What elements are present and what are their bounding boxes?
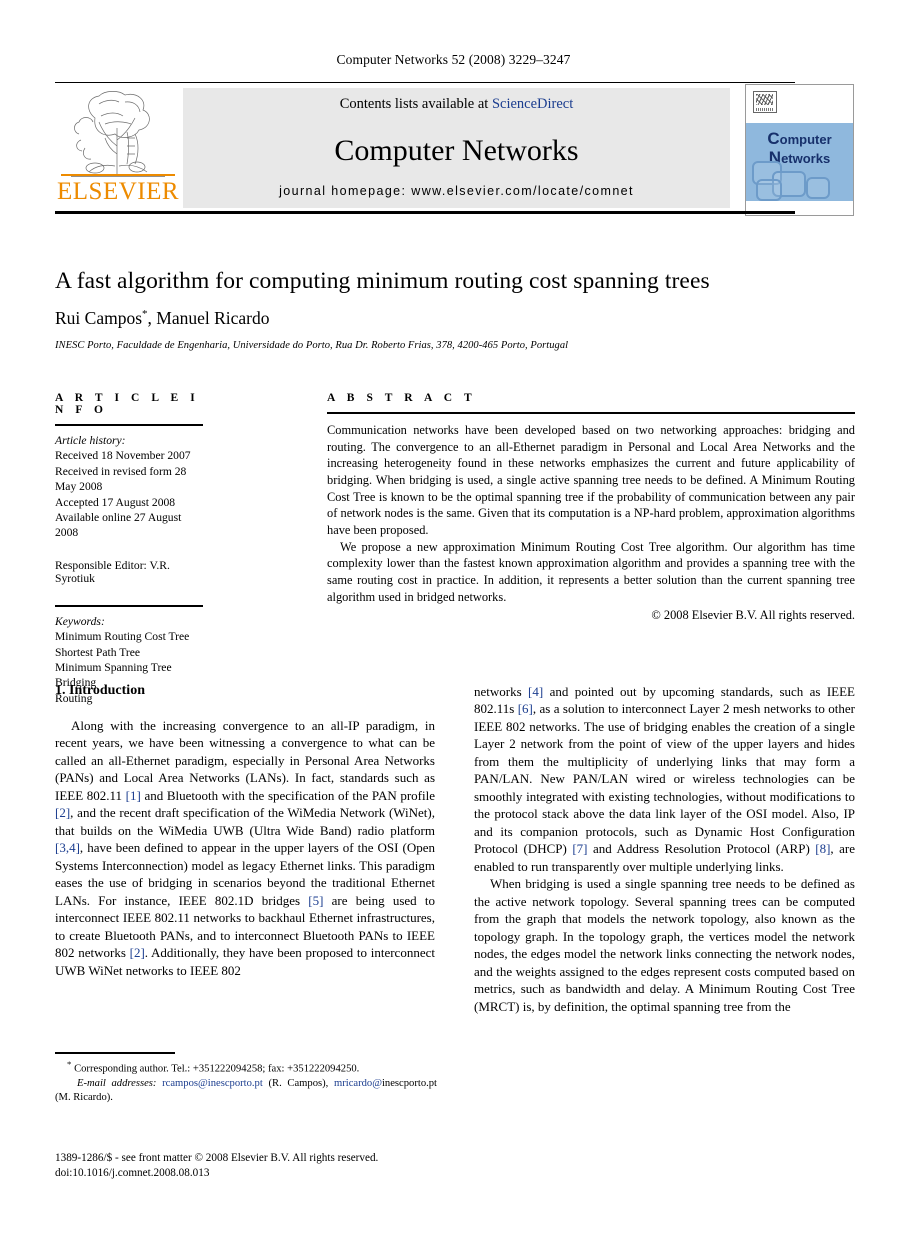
citation-ref[interactable]: [2] <box>130 945 145 960</box>
journal-masthead: ELSEVIER Contents lists available at Sci… <box>55 82 854 216</box>
keyword-item: Minimum Routing Cost Tree <box>55 630 190 644</box>
journal-homepage-link[interactable]: journal homepage: www.elsevier.com/locat… <box>183 184 730 198</box>
page-title: A fast algorithm for computing minimum r… <box>55 268 710 294</box>
body-text: , as a solution to interconnect Layer 2 … <box>474 701 855 857</box>
section-heading-introduction: 1. Introduction <box>55 683 145 698</box>
email-addresses-note: E-mail addresses: rcampos@inescporto.pt … <box>55 1077 437 1106</box>
sciencedirect-link[interactable]: ScienceDirect <box>492 96 573 112</box>
masthead-center-panel: Contents lists available at ScienceDirec… <box>183 88 730 208</box>
email-owner: (M. Ricardo). <box>55 1092 113 1104</box>
cover-title-c: C <box>767 129 780 148</box>
author-secondary: , Manuel Ricardo <box>147 308 270 328</box>
abstract-heading: A B S T R A C T <box>327 392 477 404</box>
corresponding-author-note: * Corresponding author. Tel.: +351222094… <box>55 1058 437 1077</box>
body-paragraph: networks [4] and pointed out by upcoming… <box>474 683 855 875</box>
email-label: E-mail addresses: <box>77 1077 157 1089</box>
abstract-body: Communication networks have been develop… <box>327 422 855 605</box>
citation-ref[interactable]: [1] <box>126 788 141 803</box>
citation-ref[interactable]: [4] <box>528 684 543 699</box>
body-text: and Bluetooth with the specification of … <box>140 787 435 803</box>
author-primary: Rui Campos <box>55 308 143 328</box>
history-item: Received 18 November 2007 <box>55 449 191 463</box>
article-history: Article history: Received 18 November 20… <box>55 433 205 541</box>
citation-ref[interactable]: [5] <box>308 893 323 908</box>
footnote-text: Corresponding author. Tel.: +35122209425… <box>71 1063 360 1075</box>
body-text: , and the recent draft specification of … <box>55 805 435 838</box>
body-column-right: networks [4] and pointed out by upcoming… <box>474 683 855 1015</box>
article-history-label: Article history: <box>55 434 126 447</box>
keyword-item: Minimum Spanning Tree <box>55 661 172 675</box>
article-info-rule <box>55 424 203 426</box>
email-link-cont[interactable]: inescporto.pt <box>382 1078 437 1089</box>
doi-line[interactable]: doi:10.1016/j.comnet.2008.08.013 <box>55 1166 455 1181</box>
article-first-page: Computer Networks 52 (2008) 3229–3247 EL… <box>0 0 907 1238</box>
article-info-heading: A R T I C L E I N F O <box>55 392 200 416</box>
keywords-rule <box>55 604 203 607</box>
elsevier-wordmark: ELSEVIER <box>57 178 180 205</box>
history-item: Accepted 17 August 2008 <box>55 495 176 509</box>
body-paragraph: Along with the increasing convergence to… <box>55 717 435 979</box>
citation-ref[interactable]: [2] <box>55 805 70 820</box>
copyright-line: © 2008 Elsevier B.V. All rights reserved… <box>651 608 855 623</box>
abstract-column: A B S T R A C T Communication networks h… <box>327 392 855 623</box>
imprint-block: 1389-1286/$ - see front matter © 2008 El… <box>55 1151 455 1182</box>
cover-title-puter: puter <box>799 132 832 147</box>
citation-ref[interactable]: [7] <box>572 841 587 856</box>
responsible-editor: Responsible Editor: V.R. Syrotiuk <box>55 558 170 585</box>
contents-prefix: Contents lists available at <box>339 96 492 112</box>
journal-cover-thumbnail[interactable]: Computer Networks <box>745 84 854 216</box>
article-info-column: A R T I C L E I N F O Article history: R… <box>55 392 205 706</box>
contents-available-line: Contents lists available at ScienceDirec… <box>183 96 730 113</box>
email-link[interactable]: mricardo@ <box>334 1078 382 1089</box>
body-column-left: 1. Introduction Along with the increasin… <box>55 683 435 979</box>
body-paragraph: When bridging is used a single spanning … <box>474 876 855 1014</box>
citation-ref[interactable]: [8] <box>815 841 830 856</box>
elsevier-tree-icon <box>71 91 165 177</box>
history-item: Available online 27 August 2008 <box>55 511 182 540</box>
keyword-item: Shortest Path Tree <box>55 645 141 659</box>
email-link[interactable]: rcampos@inescporto.pt <box>162 1078 263 1089</box>
body-text: networks <box>474 684 529 699</box>
history-item: Received in revised form 28 May 2008 <box>55 464 187 494</box>
email-owner: (R. Campos), <box>262 1077 334 1089</box>
journal-title: Computer Networks <box>334 134 579 167</box>
cover-decorative-shapes <box>750 159 849 201</box>
abstract-paragraph: We propose a new approximation Minimum R… <box>327 539 855 604</box>
masthead-top-rule <box>55 82 795 83</box>
masthead-bottom-rule <box>55 211 795 214</box>
keywords-label: Keywords: <box>55 614 105 628</box>
cover-title-om: om <box>779 132 800 147</box>
elsevier-underline <box>61 174 175 176</box>
abstract-paragraph: Communication networks have been develop… <box>327 423 855 538</box>
footnote-rule <box>55 1052 175 1054</box>
body-text: and Address Resolution Protocol (ARP) <box>587 841 816 857</box>
citation-ref[interactable]: [3,4] <box>55 840 80 855</box>
footnotes: * Corresponding author. Tel.: +351222094… <box>55 1058 437 1106</box>
elsevier-logo: ELSEVIER <box>57 86 179 210</box>
issn-line: 1389-1286/$ - see front matter © 2008 El… <box>55 1152 379 1164</box>
citation-ref[interactable]: [6] <box>518 701 533 716</box>
cover-elsevier-mark-icon <box>753 91 777 113</box>
affiliation: INESC Porto, Faculdade de Engenharia, Un… <box>55 340 569 351</box>
running-head: Computer Networks 52 (2008) 3229–3247 <box>336 52 571 67</box>
abstract-rule <box>327 412 855 414</box>
author-list: Rui Campos*, Manuel Ricardo <box>55 308 855 329</box>
